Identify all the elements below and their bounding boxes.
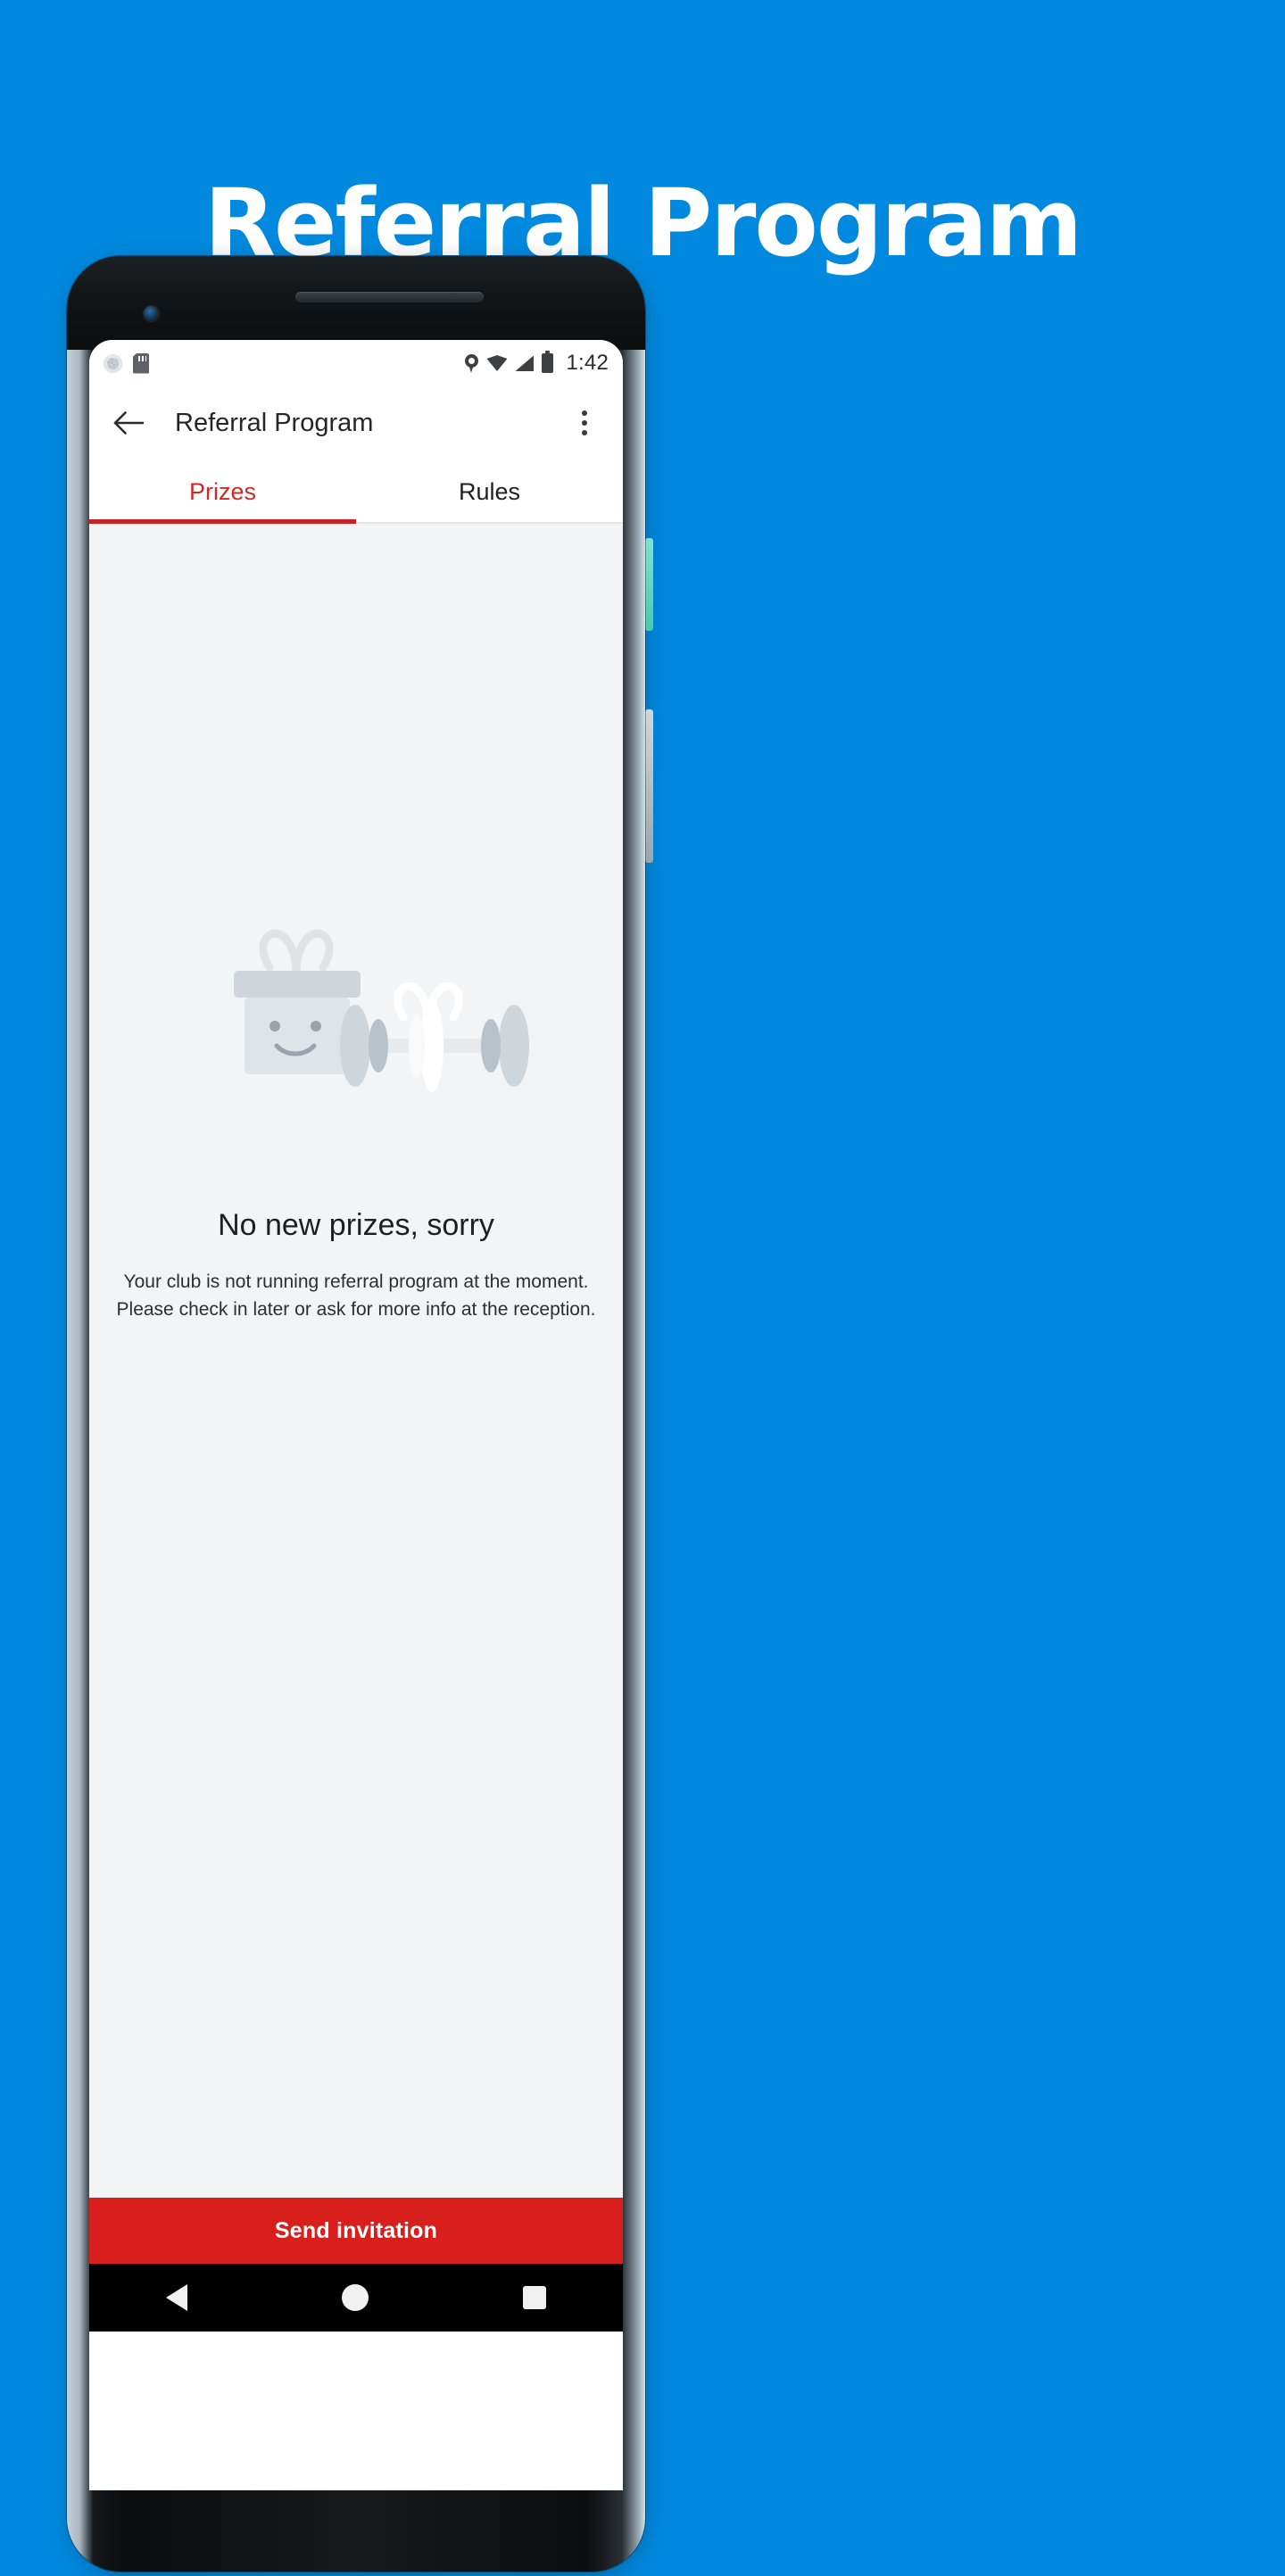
tab-rules[interactable]: Rules (356, 460, 623, 524)
status-bar-right: 1:42 (465, 351, 609, 376)
dumbbell (340, 999, 529, 1092)
phone-top-bezel (67, 256, 645, 350)
tab-bar: Prizes Rules (89, 460, 623, 524)
volume-button[interactable] (645, 709, 653, 863)
phone-screen: 1:42 Referral Program Prizes Rules No ne… (89, 340, 623, 2490)
status-bar-clock: 1:42 (566, 351, 609, 375)
page-title: Referral Program (175, 408, 374, 437)
power-button[interactable] (645, 538, 653, 631)
tab-prizes[interactable]: Prizes (89, 460, 356, 524)
sync-icon (104, 353, 122, 373)
nav-recents-square-icon[interactable] (522, 2286, 546, 2309)
phone-mockup: 1:42 Referral Program Prizes Rules No ne… (67, 256, 653, 2576)
back-arrow-icon[interactable] (109, 403, 148, 443)
front-camera-icon (144, 306, 159, 321)
earpiece-speaker (295, 292, 484, 302)
send-invitation-button[interactable]: Send invitation (89, 2198, 623, 2264)
empty-state-body: Your club is not running referral progra… (106, 1268, 606, 1323)
prizes-empty-state: No new prizes, sorry Your club is not ru… (89, 524, 623, 2264)
sd-card-icon (133, 352, 149, 374)
empty-state-body-line2: Please check in later or ask for more in… (116, 1299, 596, 1320)
location-icon (465, 353, 479, 373)
phone-frame: 1:42 Referral Program Prizes Rules No ne… (67, 256, 645, 2572)
cellular-signal-icon (515, 355, 535, 371)
battery-icon (542, 351, 554, 373)
overflow-menu-icon[interactable] (566, 402, 603, 443)
empty-state-title: No new prizes, sorry (218, 1208, 494, 1242)
gift-and-dumbbell-illustration (164, 912, 548, 1126)
android-nav-bar (89, 2264, 623, 2332)
status-bar: 1:42 (89, 340, 623, 386)
nav-home-circle-icon[interactable] (341, 2284, 369, 2311)
promo-canvas: Referral Program 1:42 Referral Program P… (0, 0, 1285, 2576)
wifi-icon (486, 355, 508, 371)
empty-state-body-line1: Your club is not running referral progra… (123, 1271, 589, 1292)
status-bar-left (104, 352, 149, 374)
nav-back-triangle-icon[interactable] (166, 2284, 188, 2311)
app-toolbar: Referral Program (89, 386, 623, 460)
